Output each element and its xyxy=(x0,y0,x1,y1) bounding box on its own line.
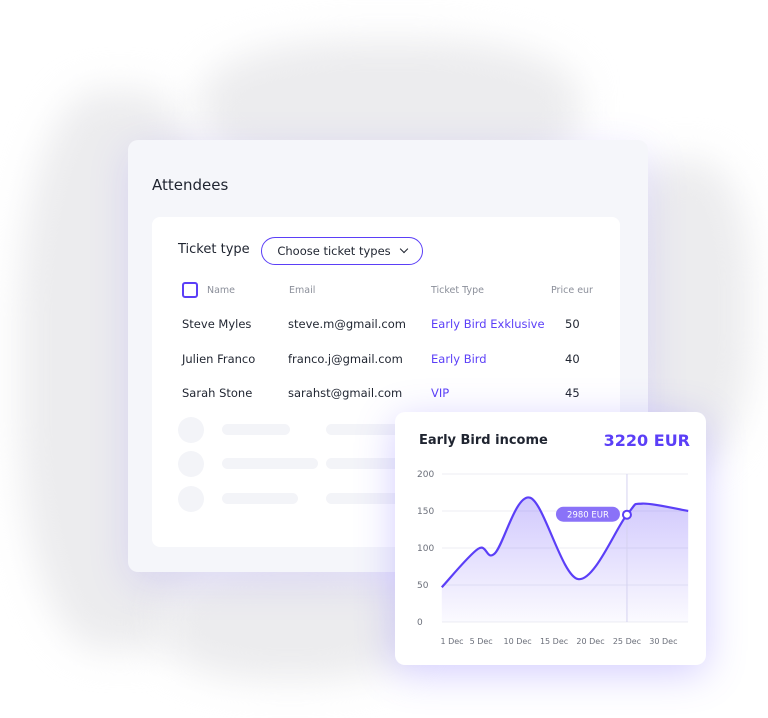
cell-type[interactable]: VIP xyxy=(431,386,449,400)
cell-type[interactable]: Early Bird xyxy=(431,352,487,366)
highlight-point xyxy=(621,509,632,520)
x-tick-label: 1 Dec xyxy=(440,637,463,646)
page-title: Attendees xyxy=(152,176,229,194)
column-header-ticket-type[interactable]: Ticket Type xyxy=(431,285,484,296)
y-tick-label: 0 xyxy=(417,618,423,628)
dropdown-label: Choose ticket types xyxy=(277,244,391,258)
x-tick-label: 25 Dec xyxy=(613,637,641,646)
skeleton-line xyxy=(326,458,406,469)
early-bird-income-card: Early Bird income 3220 EUR 0 50 100 150 200 1… xyxy=(395,412,706,665)
cell-type[interactable]: Early Bird Exklusive xyxy=(431,317,545,331)
x-tick-label: 30 Dec xyxy=(649,637,677,646)
skeleton-avatar xyxy=(178,417,204,443)
skeleton-line xyxy=(222,458,318,469)
x-tick-label: 5 Dec xyxy=(470,637,493,646)
cell-name: Steve Myles xyxy=(182,317,252,331)
column-header-email[interactable]: Email xyxy=(289,285,315,296)
skeleton-line xyxy=(222,493,298,504)
skeleton-line xyxy=(326,424,406,435)
ticket-type-label: Ticket type xyxy=(178,242,250,257)
x-tick-label: 20 Dec xyxy=(576,637,604,646)
y-tick-label: 100 xyxy=(417,544,434,554)
cell-name: Sarah Stone xyxy=(182,386,253,400)
y-tick-label: 200 xyxy=(417,470,434,480)
cell-email: steve.m@gmail.com xyxy=(288,317,406,331)
cell-price: 40 xyxy=(565,351,580,366)
column-header-price[interactable]: Price eur xyxy=(551,285,593,296)
select-all-checkbox[interactable] xyxy=(182,282,198,298)
y-tick-label: 150 xyxy=(417,507,434,517)
cell-name: Julien Franco xyxy=(182,351,256,366)
skeleton-line xyxy=(326,493,406,504)
x-tick-label: 15 Dec xyxy=(540,637,568,646)
background-brush xyxy=(160,560,420,680)
skeleton-avatar xyxy=(178,486,204,512)
ticket-type-dropdown[interactable]: Choose ticket types xyxy=(261,237,423,265)
tooltip-label: 2980 EUR xyxy=(567,511,609,521)
skeleton-avatar xyxy=(178,451,204,477)
chevron-down-icon xyxy=(399,244,408,254)
cell-email: sarahst@gmail.com xyxy=(288,386,403,400)
skeleton-line xyxy=(222,424,290,435)
column-header-name[interactable]: Name xyxy=(207,285,235,296)
y-tick-label: 50 xyxy=(417,581,429,591)
cell-price: 50 xyxy=(565,317,580,331)
x-tick-label: 10 Dec xyxy=(504,637,532,646)
cell-email: franco.j@gmail.com xyxy=(288,351,403,366)
income-chart: 0 50 100 150 200 1 Dec 5 Dec 10 Dec 15 Dec 20 Dec… xyxy=(417,470,689,646)
cell-price: 45 xyxy=(565,386,580,400)
